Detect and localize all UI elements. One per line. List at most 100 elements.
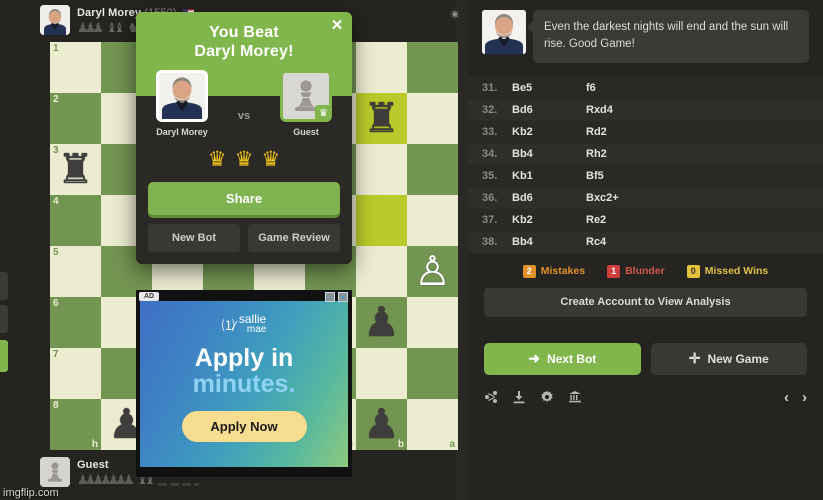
board-square-h5[interactable]: 5 [50,246,101,297]
move-black[interactable]: Re2 [586,214,606,226]
stat-count-badge: 2 [522,264,536,278]
next-move-button[interactable]: › [802,389,807,406]
left-rail [0,0,12,500]
board-square-h7[interactable]: 7 [50,348,101,399]
new-bot-button[interactable]: New Bot [148,223,240,252]
gear-icon[interactable] [540,390,555,405]
board-square-b2[interactable]: ♜ [356,93,407,144]
move-black[interactable]: Rc4 [586,236,606,248]
piece-white-a4[interactable]: ♙ [407,246,458,297]
piece-black-b7[interactable]: ♟ [356,399,407,450]
move-row[interactable]: 31. Be5 f6 [468,76,823,99]
piece-black-b5[interactable]: ♟ [356,297,407,348]
archive-icon[interactable] [568,390,583,405]
stat-label: Blunder [625,265,665,277]
rank-label-8: 8 [53,400,59,411]
move-black[interactable]: Bf5 [586,170,604,182]
apply-now-button[interactable]: Apply Now [181,411,307,442]
rail-tab-1[interactable] [0,272,8,300]
move-row[interactable]: 38. Bb4 Rc4 [468,230,823,253]
move-row[interactable]: 32. Bd6 Rxd4 [468,98,823,121]
versus-winner: ♛ Guest [276,69,336,137]
board-square-a3[interactable] [407,144,458,195]
board-square-h3[interactable]: 3 ♜ [50,144,101,195]
board-square-b3[interactable] [356,144,407,195]
prev-move-button[interactable]: ‹ [784,389,789,406]
gear-icon[interactable]: ✷ [448,8,462,22]
opponent-avatar[interactable] [40,5,70,35]
modal-title-line1: You Beat [209,24,279,41]
new-game-button[interactable]: ✛ New Game [650,342,807,375]
stat-mistakes: 2 Mistakes [522,264,585,278]
logo-bars-icon: ⑴⁄ [221,317,236,333]
game-over-modal: ✕ You Beat Daryl Morey! Daryl Morey vs ♛… [136,12,352,264]
move-row[interactable]: 37. Kb2 Re2 [468,208,823,231]
crown-icon-3: ♛ [261,147,281,171]
board-square-b1[interactable] [356,42,407,93]
piece-black-b1[interactable]: ♜ [356,93,407,144]
board-square-a7[interactable] [407,348,458,399]
winner-avatar[interactable]: ♛ [280,69,332,122]
move-white[interactable]: Bd6 [512,104,586,116]
move-white[interactable]: Bd6 [512,192,586,204]
board-square-b7[interactable] [356,348,407,399]
move-black[interactable]: Rd2 [586,126,607,138]
move-black[interactable]: Rxd4 [586,104,613,116]
board-square-a1[interactable] [407,42,458,93]
board-square-a5[interactable]: ♙ [407,246,458,297]
ad-body[interactable]: ⑴⁄ sallie mae Apply in minutes. Apply Now [140,301,348,467]
board-square-h6[interactable]: 6 [50,297,101,348]
next-bot-button[interactable]: ➜ Next Bot [484,342,641,375]
share-icon[interactable] [484,390,499,405]
chat-bubble: Even the darkest nights will end and the… [527,10,809,63]
move-white[interactable]: Bb4 [512,148,586,160]
move-black[interactable]: f6 [586,82,596,94]
self-avatar[interactable] [40,457,70,487]
board-square-b4[interactable] [356,195,407,246]
create-account-analysis-button[interactable]: Create Account to View Analysis [484,287,807,317]
move-white[interactable]: Kb2 [512,126,586,138]
advertisement[interactable]: AD ▷ ✕ ⑴⁄ sallie mae Apply in minutes. Ap… [136,290,352,477]
winner-name: Guest [293,126,319,137]
board-square-a2[interactable] [407,93,458,144]
download-icon[interactable] [512,390,527,405]
game-stats: 2 Mistakes 1 Blunder 0 Missed Wins [468,253,823,288]
adchoices-icon[interactable]: ▷ [325,292,335,302]
file-label-h: h [91,439,98,450]
move-number: 35. [482,169,498,182]
game-review-button[interactable]: Game Review [248,223,340,252]
board-square-a6[interactable] [407,297,458,348]
piece-black-h2[interactable]: ♜ [50,144,101,195]
move-white[interactable]: Bb4 [512,236,586,248]
board-square-b5[interactable] [356,246,407,297]
close-icon[interactable]: ✕ [329,18,345,34]
move-row[interactable]: 35. Kb1 Bf5 [468,164,823,187]
ad-close-icon[interactable]: ✕ [338,292,348,302]
tool-icons [484,390,583,405]
board-square-a4[interactable] [407,195,458,246]
board-square-h8[interactable]: 8h [50,399,101,450]
move-black[interactable]: Bxc2+ [586,192,619,204]
board-square-h4[interactable]: 4 [50,195,101,246]
board-square-b8[interactable]: b ♟ [356,399,407,450]
move-list[interactable]: 31. Be5 f6 32. Bd6 Rxd4 33. Kb2 Rd2 34. Bb4 Rh2 35. K… [468,76,823,253]
move-white[interactable]: Kb1 [512,170,586,182]
chat-avatar [482,10,526,54]
board-square-h2[interactable]: 2 [50,93,101,144]
move-number: 38. [482,235,498,248]
rail-tab-2[interactable] [0,305,8,333]
move-black[interactable]: Rh2 [586,148,607,160]
move-white[interactable]: Be5 [512,82,586,94]
board-square-h1[interactable]: 1 [50,42,101,93]
move-row[interactable]: 34. Bb4 Rh2 [468,142,823,165]
board-square-b6[interactable]: ♟ [356,297,407,348]
board-square-a8[interactable]: a [407,399,458,450]
move-row[interactable]: 33. Kb2 Rd2 [468,120,823,143]
share-button[interactable]: Share [148,181,340,215]
loser-avatar[interactable] [156,69,208,122]
rail-tab-3[interactable] [0,340,8,372]
move-number: 31. [482,81,498,94]
move-white[interactable]: Kb2 [512,214,586,226]
move-row[interactable]: 36. Bd6 Bxc2+ [468,186,823,209]
rank-label-2: 2 [53,94,59,105]
